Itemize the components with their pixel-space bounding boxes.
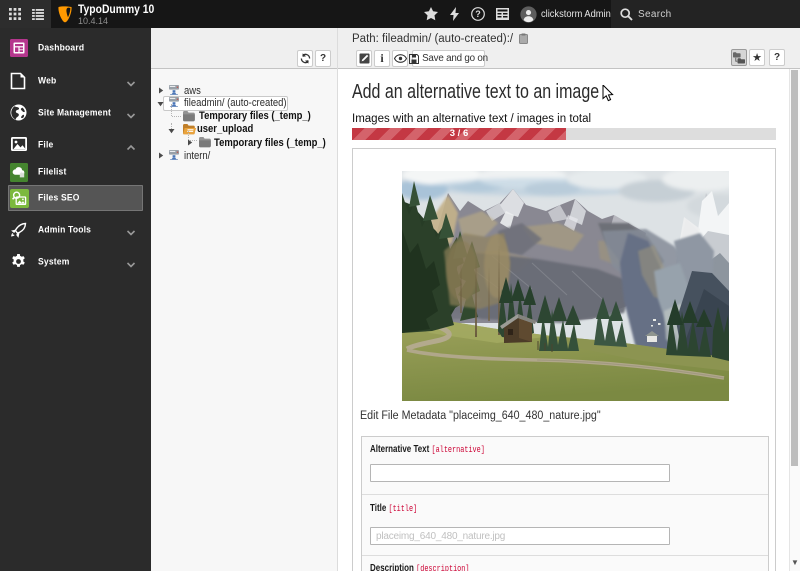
svg-text:?: ? bbox=[475, 9, 481, 19]
